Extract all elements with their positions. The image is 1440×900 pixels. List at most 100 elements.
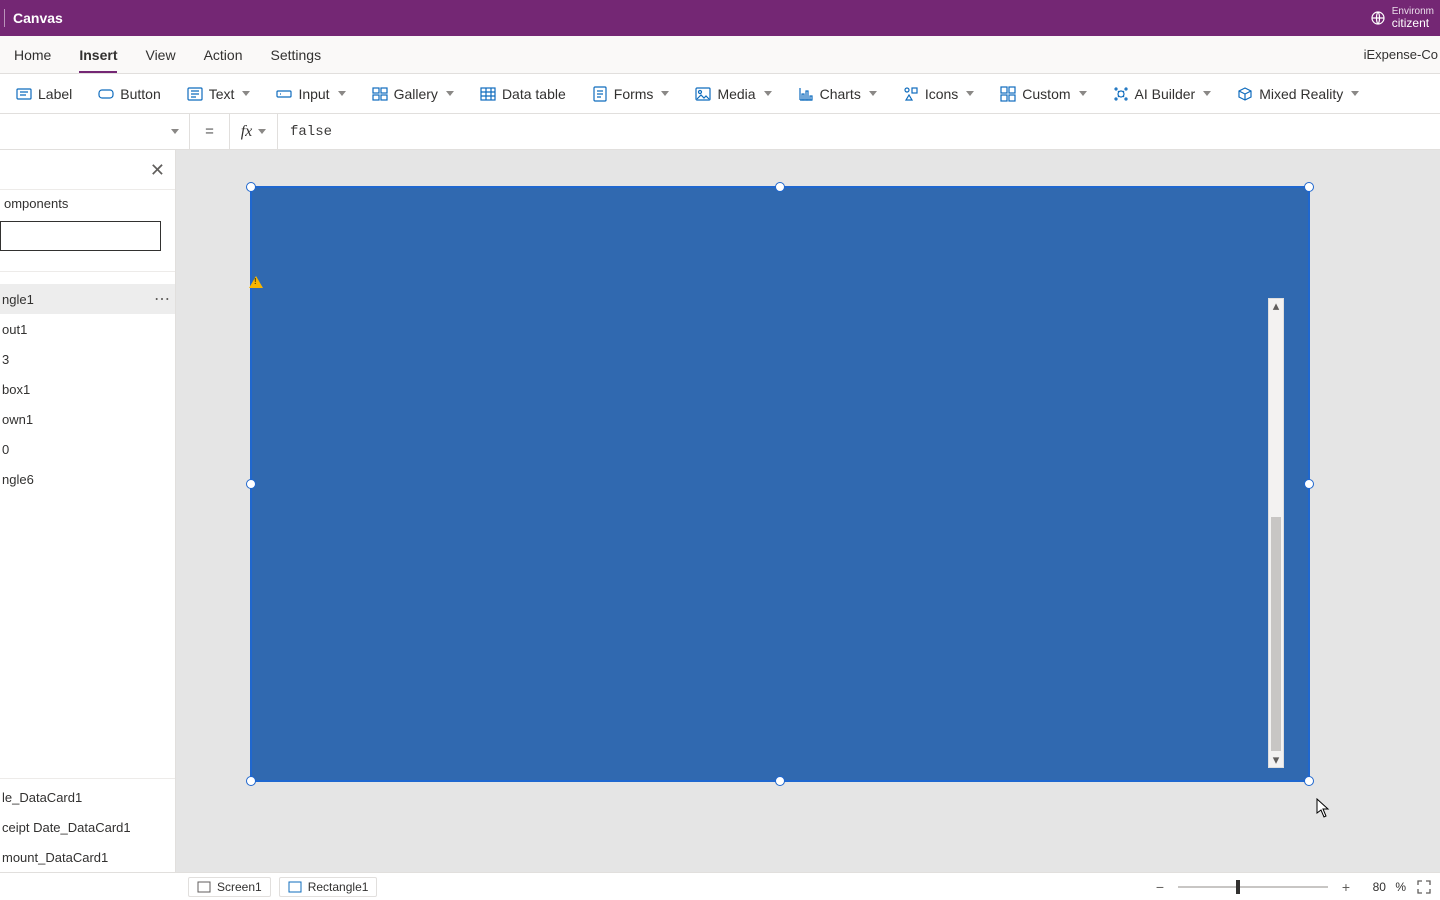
tab-insert[interactable]: Insert (65, 36, 131, 73)
resize-handle-tl[interactable] (246, 182, 256, 192)
chevron-down-icon (242, 91, 250, 96)
insert-text-button[interactable]: Text (183, 82, 255, 106)
breadcrumb-screen[interactable]: Screen1 (188, 877, 271, 897)
resize-handle-bm[interactable] (775, 776, 785, 786)
resize-handle-ml[interactable] (246, 479, 256, 489)
scroll-down-icon[interactable]: ▾ (1269, 753, 1283, 767)
tab-settings[interactable]: Settings (257, 36, 336, 73)
chevron-down-icon (171, 129, 179, 134)
chevron-down-icon (966, 91, 974, 96)
formula-bar: = fx (0, 114, 1440, 150)
resize-handle-mr[interactable] (1304, 479, 1314, 489)
screen-icon (197, 881, 211, 893)
more-icon[interactable]: ⋯ (154, 289, 171, 309)
tree-children: le_DataCard1 ceipt Date_DataCard1 mount_… (0, 778, 175, 872)
resize-handle-tr[interactable] (1304, 182, 1314, 192)
tree-item[interactable]: box1 (0, 374, 175, 404)
tree-item[interactable]: own1 (0, 404, 175, 434)
tree-view-panel: ✕ omponents ngle1 ⋯ out1 3 box1 own1 0 n… (0, 150, 176, 872)
input-icon (276, 86, 292, 102)
chevron-down-icon (764, 91, 772, 96)
tree-item[interactable]: 3 (0, 344, 175, 374)
insert-icons-button[interactable]: Icons (899, 82, 978, 106)
menu-bar: Home Insert View Action Settings iExpens… (0, 36, 1440, 74)
mixedreality-icon (1237, 86, 1253, 102)
tree-item[interactable]: ngle1 ⋯ (0, 284, 175, 314)
resize-handle-br[interactable] (1304, 776, 1314, 786)
tab-action[interactable]: Action (190, 36, 257, 73)
mouse-cursor-icon (1316, 798, 1330, 818)
zoom-slider[interactable] (1178, 886, 1328, 888)
text-icon (187, 86, 203, 102)
tree-search[interactable] (0, 221, 171, 251)
icons-icon (903, 86, 919, 102)
fx-button[interactable]: fx (230, 114, 278, 149)
insert-charts-button[interactable]: Charts (794, 82, 881, 106)
insert-button-button[interactable]: Button (94, 82, 164, 106)
environment-name: citizent (1392, 17, 1434, 30)
tree-item[interactable]: le_DataCard1 (0, 782, 175, 812)
custom-icon (1000, 86, 1016, 102)
insert-ribbon: Label Button Text Input Gallery Data tab… (0, 74, 1440, 114)
status-bar: Screen1 Rectangle1 − + 80 % (0, 872, 1440, 900)
tree-item[interactable]: ngle6 (0, 464, 175, 494)
media-icon (695, 86, 711, 102)
insert-input-button[interactable]: Input (272, 82, 349, 106)
insert-gallery-button[interactable]: Gallery (368, 82, 458, 106)
fit-to-window-button[interactable] (1416, 879, 1432, 895)
scroll-thumb[interactable] (1271, 517, 1281, 751)
chevron-down-icon (446, 91, 454, 96)
breadcrumb-selected[interactable]: Rectangle1 (279, 877, 378, 897)
zoom-in-button[interactable]: + (1338, 879, 1354, 895)
canvas-scrollbar[interactable]: ▴ ▾ (1268, 298, 1284, 768)
insert-media-button[interactable]: Media (691, 82, 775, 106)
app-file-name: iExpense-Co (1364, 36, 1438, 73)
rectangle-icon (288, 881, 302, 893)
environment-switcher[interactable]: Environm citizent (1370, 6, 1436, 30)
label-icon (16, 86, 32, 102)
insert-custom-button[interactable]: Custom (996, 82, 1090, 106)
tree-items: ngle1 ⋯ out1 3 box1 own1 0 ngle6 (0, 284, 175, 494)
tree-section-title: omponents (0, 190, 175, 215)
tab-view[interactable]: View (131, 36, 189, 73)
tab-home[interactable]: Home (0, 36, 65, 73)
insert-label-button[interactable]: Label (12, 82, 76, 106)
formula-input[interactable] (278, 114, 1440, 149)
panel-divider (0, 271, 175, 272)
insert-forms-button[interactable]: Forms (588, 82, 674, 106)
design-canvas[interactable]: ▴ ▾ (176, 150, 1440, 872)
selected-rectangle[interactable] (250, 186, 1310, 782)
warning-icon[interactable] (249, 276, 263, 288)
aibuilder-icon (1113, 86, 1129, 102)
resize-handle-bl[interactable] (246, 776, 256, 786)
zoom-slider-knob[interactable] (1236, 880, 1240, 894)
chevron-down-icon (1351, 91, 1359, 96)
environment-icon (1370, 10, 1386, 26)
charts-icon (798, 86, 814, 102)
title-bar: Canvas Environm citizent (0, 0, 1440, 36)
tree-item[interactable]: 0 (0, 434, 175, 464)
insert-mixedreality-button[interactable]: Mixed Reality (1233, 82, 1363, 106)
zoom-controls: − + 80 % (1152, 879, 1432, 895)
insert-datatable-button[interactable]: Data table (476, 82, 570, 106)
property-selector[interactable] (0, 114, 190, 149)
button-icon (98, 86, 114, 102)
chevron-down-icon (338, 91, 346, 96)
zoom-out-button[interactable]: − (1152, 879, 1168, 895)
datatable-icon (480, 86, 496, 102)
app-title: Canvas (13, 10, 63, 26)
gallery-icon (372, 86, 388, 102)
tree-item[interactable]: ceipt Date_DataCard1 (0, 812, 175, 842)
equals-label: = (190, 114, 230, 149)
tree-item[interactable]: out1 (0, 314, 175, 344)
zoom-value: 80 % (1364, 880, 1406, 894)
chevron-down-icon (258, 129, 266, 134)
tree-item[interactable]: mount_DataCard1 (0, 842, 175, 872)
environment-label: Environm (1392, 6, 1434, 17)
forms-icon (592, 86, 608, 102)
insert-aibuilder-button[interactable]: AI Builder (1109, 82, 1216, 106)
search-input[interactable] (0, 221, 161, 251)
scroll-up-icon[interactable]: ▴ (1269, 299, 1283, 313)
close-icon[interactable]: ✕ (150, 161, 165, 179)
resize-handle-tm[interactable] (775, 182, 785, 192)
